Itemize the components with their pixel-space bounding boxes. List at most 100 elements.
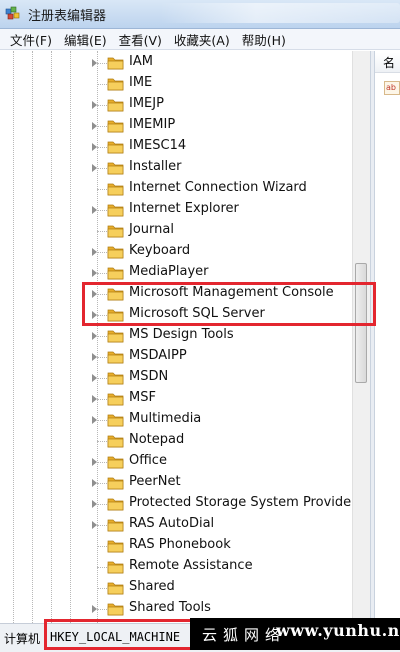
tree-item[interactable]: Keyboard [0, 242, 370, 263]
tree-item-label: MSDN [129, 369, 169, 384]
registry-key-tree[interactable]: IAM IME IMEJP IMEMIP IMESC14 Installer Interne… [0, 51, 370, 623]
string-value-icon[interactable]: ab [384, 81, 400, 95]
tree-item[interactable]: RAS AutoDial [0, 515, 370, 536]
tree-item[interactable]: Remote Assistance [0, 557, 370, 578]
tree-item[interactable]: MSDN [0, 368, 370, 389]
tree-connector-line [97, 462, 107, 463]
tree-item[interactable]: MediaPlayer [0, 263, 370, 284]
folder-icon [107, 538, 124, 554]
folder-icon [107, 265, 124, 281]
tree-item[interactable]: Installer [0, 158, 370, 179]
tree-connector-line [97, 336, 107, 337]
tree-item-label: Remote Assistance [129, 558, 253, 573]
tree-item[interactable]: Shared [0, 578, 370, 599]
tree-item[interactable]: IMESC14 [0, 137, 370, 158]
tree-item-label: Office [129, 453, 167, 468]
menu-file[interactable]: 文件(F) [4, 30, 58, 49]
tree-item-label: IME [129, 75, 153, 90]
tree-item-label: PeerNet [129, 474, 181, 489]
tree-item[interactable]: Multimedia [0, 410, 370, 431]
folder-icon [107, 559, 124, 575]
tree-connector-line [97, 84, 107, 85]
tree-item-label: Installer [129, 159, 182, 174]
tree-item[interactable]: Shared Tools [0, 599, 370, 620]
tree-item-label: Protected Storage System Provider [129, 495, 357, 510]
tree-connector-line [97, 357, 107, 358]
folder-icon [107, 580, 124, 596]
menu-bar: 文件(F) 编辑(E) 查看(V) 收藏夹(A) 帮助(H) [0, 29, 400, 50]
tree-item[interactable]: RAS Phonebook [0, 536, 370, 557]
tree-item[interactable]: PeerNet [0, 473, 370, 494]
tree-connector-line [97, 588, 107, 589]
tree-item[interactable]: IAM [0, 53, 370, 74]
tree-item[interactable]: Protected Storage System Provider [0, 494, 370, 515]
folder-icon [107, 328, 124, 344]
tree-item-label: Internet Explorer [129, 201, 239, 216]
tree-item[interactable]: Office [0, 452, 370, 473]
folder-icon [107, 370, 124, 386]
folder-icon [107, 454, 124, 470]
tree-connector-line [97, 294, 107, 295]
tree-connector-line [97, 546, 107, 547]
tree-item-label: IMESC14 [129, 138, 187, 153]
tree-connector-line [97, 252, 107, 253]
folder-icon [107, 496, 124, 512]
tree-item-label: Microsoft SQL Server [129, 306, 265, 321]
title-bar-glass [160, 3, 400, 23]
watermark-url: www.yunhu.net [276, 621, 400, 640]
tree-item[interactable]: IME [0, 74, 370, 95]
menu-favorites[interactable]: 收藏夹(A) [168, 30, 236, 49]
tree-connector-line [97, 483, 107, 484]
column-header-name[interactable]: 名 [375, 53, 400, 73]
folder-icon [107, 433, 124, 449]
tree-item[interactable]: Internet Explorer [0, 200, 370, 221]
tree-item-label: MediaPlayer [129, 264, 209, 279]
folder-icon [107, 307, 124, 323]
tree-item[interactable]: IMEMIP [0, 116, 370, 137]
folder-icon [107, 244, 124, 260]
window-title: 注册表编辑器 [28, 8, 107, 24]
tree-item-label: Shared [129, 579, 175, 594]
tree-item[interactable]: Microsoft SQL Server [0, 305, 370, 326]
tree-connector-line [97, 315, 107, 316]
folder-icon [107, 160, 124, 176]
tree-vertical-scrollbar[interactable] [352, 51, 370, 623]
tree-connector-line [97, 63, 107, 64]
tree-item[interactable]: Internet Connection Wizard [0, 179, 370, 200]
tree-connector-line [97, 210, 107, 211]
watermark-banner: 云狐网络 www.yunhu.net [190, 618, 400, 650]
tree-item-label: Journal [129, 222, 174, 237]
menu-help[interactable]: 帮助(H) [236, 30, 292, 49]
tree-connector-line [97, 273, 107, 274]
tree-item[interactable]: MS Design Tools [0, 326, 370, 347]
menu-view[interactable]: 查看(V) [113, 30, 168, 49]
folder-icon [107, 76, 124, 92]
folder-icon [107, 202, 124, 218]
tree-item[interactable]: MSDAIPP [0, 347, 370, 368]
folder-icon [107, 349, 124, 365]
folder-icon [107, 181, 124, 197]
tree-item-label: Shared Tools [129, 600, 211, 615]
tree-connector-line [97, 126, 107, 127]
tree-item-label: MSF [129, 390, 156, 405]
values-pane[interactable]: 名 ab [375, 51, 400, 623]
tree-item-label: Keyboard [129, 243, 191, 258]
tree-connector-line [97, 567, 107, 568]
tree-item-label: Multimedia [129, 411, 202, 426]
tree-item[interactable]: IMEJP [0, 95, 370, 116]
title-bar: 注册表编辑器 [0, 0, 400, 29]
tree-item[interactable]: MSF [0, 389, 370, 410]
folder-icon [107, 475, 124, 491]
tree-item[interactable]: Notepad [0, 431, 370, 452]
tree-item-label: IMEMIP [129, 117, 176, 132]
tree-item[interactable]: Microsoft Management Console [0, 284, 370, 305]
tree-connector-line [97, 147, 107, 148]
menu-edit[interactable]: 编辑(E) [58, 30, 113, 49]
tree-item-label: RAS Phonebook [129, 537, 231, 552]
folder-icon [107, 391, 124, 407]
scrollbar-thumb[interactable] [355, 263, 367, 383]
folder-icon [107, 118, 124, 134]
tree-item[interactable]: Journal [0, 221, 370, 242]
tree-item-label: IAM [129, 54, 153, 69]
tree-item-label: RAS AutoDial [129, 516, 215, 531]
